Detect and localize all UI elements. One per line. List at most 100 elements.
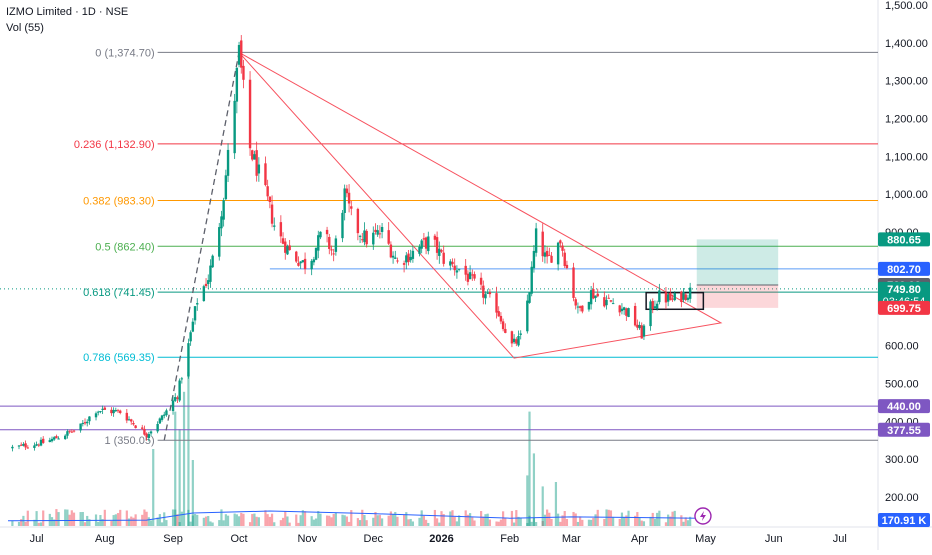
volume-bar	[255, 516, 258, 526]
volume-bar	[407, 519, 410, 526]
volume-bar	[251, 513, 254, 526]
volume-bar	[171, 509, 175, 526]
volume-bar	[264, 510, 267, 526]
volume-bar	[193, 513, 197, 526]
candle-body	[607, 297, 610, 299]
price-badge-label: 699.75	[887, 303, 921, 315]
volume-bar	[451, 510, 454, 526]
volume-bar	[35, 511, 38, 526]
candle-body	[325, 229, 329, 235]
candle-body	[224, 175, 228, 200]
candle-body	[620, 308, 624, 312]
candle-body	[72, 430, 76, 432]
candle-body	[592, 289, 595, 299]
candle-body	[526, 300, 529, 332]
candle-body	[618, 305, 621, 313]
candle-body	[132, 422, 135, 425]
candle-body	[611, 303, 615, 305]
candle-body	[266, 186, 269, 197]
candle-body	[387, 230, 390, 244]
volume-bar	[365, 520, 368, 526]
candle-body	[251, 150, 254, 160]
volume-bar	[376, 515, 379, 526]
candle-body	[314, 247, 318, 260]
candle-body	[501, 321, 505, 330]
candle-body	[391, 255, 395, 258]
time-tick-label: Feb	[500, 533, 519, 545]
volume-bar	[235, 514, 238, 526]
candle-body	[55, 436, 58, 439]
candle-body	[101, 408, 104, 410]
volume-bar	[559, 521, 562, 526]
volume-bar	[607, 509, 610, 526]
volume-bar	[464, 510, 467, 526]
price-tick-label: 1,300.00	[885, 76, 928, 88]
volume-bar	[266, 514, 269, 526]
candle-body	[671, 298, 674, 300]
candle-body	[350, 206, 353, 209]
volume-bar	[226, 515, 230, 526]
chart-area[interactable]: 0 (1,374.70) 0.236 (1,132.90) 0.382 (983.3…	[0, 0, 932, 550]
candle-body	[519, 333, 522, 335]
candle-body	[17, 445, 21, 447]
price-tick-label: 1,000.00	[885, 189, 928, 201]
volume-indicator-label[interactable]: Vol (55)	[6, 22, 44, 34]
volume-bar	[594, 514, 597, 526]
volume-bar	[224, 514, 227, 526]
symbol-title[interactable]: IZMO Limited · 1D · NSE	[6, 6, 128, 18]
candle-body	[233, 100, 236, 154]
candle-body	[180, 378, 184, 380]
volume-bar	[550, 519, 553, 526]
volume-bar	[26, 510, 29, 526]
candle-body	[281, 238, 285, 244]
candle-body	[341, 212, 344, 239]
candle-body	[420, 240, 423, 249]
volume-bar	[70, 510, 73, 526]
volume-bar	[242, 513, 245, 526]
price-tick-label: 1,400.00	[885, 38, 928, 50]
candle-body	[530, 266, 533, 294]
candle-body	[482, 285, 485, 298]
volume-bar	[405, 512, 408, 526]
candle-body	[187, 343, 190, 377]
position-target-zone	[696, 239, 779, 286]
candle-body	[303, 258, 307, 270]
volume-bar	[163, 512, 166, 526]
time-tick-label: Mar	[562, 533, 581, 545]
candle-body	[248, 79, 252, 149]
price-chart[interactable]: 0 (1,374.70) 0.236 (1,132.90) 0.382 (983.3…	[0, 0, 932, 550]
candle-body	[119, 410, 122, 414]
volume-bar	[189, 521, 192, 526]
time-axis: Jul Aug Sep Oct Nov Dec 2026 Feb Mar Apr May Jun Jul	[30, 533, 847, 545]
candle-body	[484, 294, 487, 299]
candle-body	[380, 226, 384, 232]
volume-bar	[209, 521, 212, 526]
candle-body	[134, 425, 137, 429]
candle-body	[578, 306, 582, 308]
candle-body	[636, 324, 639, 328]
candle-body	[343, 188, 346, 213]
volume-bar	[97, 521, 100, 526]
candle-body	[495, 293, 498, 313]
volume-bar	[268, 516, 271, 526]
volume-spike	[528, 411, 531, 526]
volume-bar	[279, 520, 282, 526]
candle-body	[112, 409, 115, 414]
volume-bar	[671, 511, 674, 526]
candle-body	[682, 292, 685, 300]
candle-body	[171, 400, 175, 412]
candle-body	[451, 261, 454, 265]
candle-body	[449, 261, 452, 266]
candle-body	[574, 299, 577, 306]
candle-body	[299, 261, 302, 264]
candle-body	[328, 236, 331, 249]
volume-bar	[79, 512, 82, 526]
volume-bar	[57, 512, 60, 526]
candle-body	[622, 307, 626, 311]
volume-bar	[17, 521, 21, 526]
candle-body	[312, 259, 316, 263]
volume-bar	[295, 514, 298, 526]
candle-body	[37, 444, 41, 446]
candle-body	[202, 286, 206, 301]
volume-bar	[680, 515, 683, 526]
